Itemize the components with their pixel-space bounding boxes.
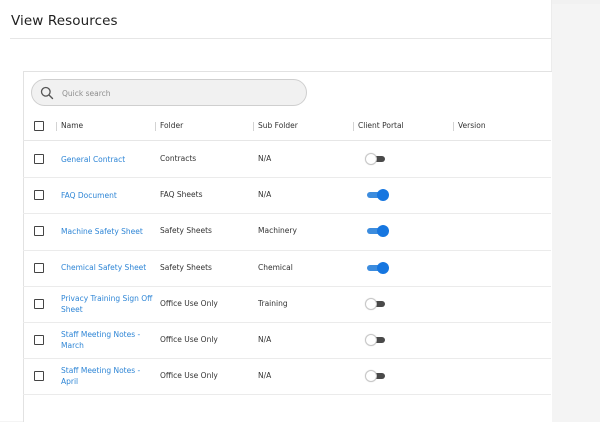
folder-cell: Safety Sheets xyxy=(160,262,212,272)
sub-folder-cell: Chemical xyxy=(258,262,293,272)
page-title: View Resources xyxy=(11,13,118,29)
table-row: General Contract Contracts N/A xyxy=(23,141,551,179)
folder-cell: Office Use Only xyxy=(160,298,218,308)
row-checkbox[interactable] xyxy=(34,298,44,309)
row-checkbox[interactable] xyxy=(34,190,44,201)
row-checkbox[interactable] xyxy=(34,371,44,382)
resource-name-link[interactable]: FAQ Document xyxy=(61,190,153,201)
toggle-knob xyxy=(377,225,389,238)
sub-folder-cell: N/A xyxy=(258,371,272,381)
folder-cell: Office Use Only xyxy=(160,335,218,345)
sub-folder-cell: N/A xyxy=(258,190,272,200)
column-header-name[interactable]: Name xyxy=(56,112,83,140)
folder-cell: Safety Sheets xyxy=(160,226,212,236)
column-separator xyxy=(56,122,57,131)
table-row: Staff Meeting Notes - March Office Use On… xyxy=(23,322,551,360)
folder-cell: FAQ Sheets xyxy=(160,190,203,200)
column-header-client-portal[interactable]: Client Portal xyxy=(353,112,404,140)
sub-folder-cell: Machinery xyxy=(258,226,297,236)
resource-name-link[interactable]: Machine Safety Sheet xyxy=(61,226,153,237)
client-portal-toggle[interactable] xyxy=(365,225,389,238)
toggle-knob xyxy=(365,153,377,166)
table-row: Privacy Training Sign Off Sheet Office Us… xyxy=(23,286,551,323)
resource-name-link[interactable]: Chemical Safety Sheet xyxy=(61,262,153,273)
column-separator xyxy=(453,122,454,131)
row-checkbox[interactable] xyxy=(34,154,44,165)
resource-name-link[interactable]: General Contract xyxy=(61,154,153,165)
toggle-knob xyxy=(377,189,389,202)
toggle-knob xyxy=(365,297,377,310)
column-header-folder[interactable]: Folder xyxy=(155,112,183,140)
resource-name-link[interactable]: Staff Meeting Notes - April xyxy=(61,365,153,387)
table-row: Chemical Safety Sheet Safety Sheets Chemic… xyxy=(23,250,551,287)
search-input[interactable] xyxy=(60,84,294,103)
column-separator xyxy=(353,122,354,131)
title-divider xyxy=(10,38,551,39)
client-portal-toggle[interactable] xyxy=(365,297,389,310)
quick-search-box[interactable] xyxy=(31,79,307,106)
client-portal-toggle[interactable] xyxy=(365,153,389,166)
table-row: Staff Meeting Notes - April Office Use On… xyxy=(23,358,551,396)
client-portal-toggle[interactable] xyxy=(365,334,389,347)
table-header: Name Folder Sub Folder Client Portal Ver… xyxy=(23,112,551,141)
column-header-version[interactable]: Version xyxy=(453,112,486,140)
client-portal-toggle[interactable] xyxy=(365,370,389,383)
table-row: FAQ Document FAQ Sheets N/A xyxy=(23,177,551,215)
toggle-knob xyxy=(377,261,389,274)
resource-name-link[interactable]: Privacy Training Sign Off Sheet xyxy=(61,293,153,315)
column-separator xyxy=(253,122,254,131)
folder-cell: Office Use Only xyxy=(160,371,218,381)
select-all-checkbox[interactable] xyxy=(34,121,44,131)
row-checkbox[interactable] xyxy=(34,262,44,273)
toggle-knob xyxy=(365,334,377,347)
row-checkbox[interactable] xyxy=(34,226,44,237)
search-icon xyxy=(40,86,54,100)
toggle-knob xyxy=(365,370,377,383)
column-header-sub-folder[interactable]: Sub Folder xyxy=(253,112,298,140)
sub-folder-cell: Training xyxy=(258,298,288,308)
folder-cell: Contracts xyxy=(160,154,197,164)
row-checkbox[interactable] xyxy=(34,335,44,346)
column-separator xyxy=(155,122,156,131)
sub-folder-cell: N/A xyxy=(258,154,272,164)
resource-name-link[interactable]: Staff Meeting Notes - March xyxy=(61,329,153,351)
sub-folder-cell: N/A xyxy=(258,335,272,345)
client-portal-toggle[interactable] xyxy=(365,189,389,202)
client-portal-toggle[interactable] xyxy=(365,261,389,274)
table-row: Machine Safety Sheet Safety Sheets Machine… xyxy=(23,213,551,251)
